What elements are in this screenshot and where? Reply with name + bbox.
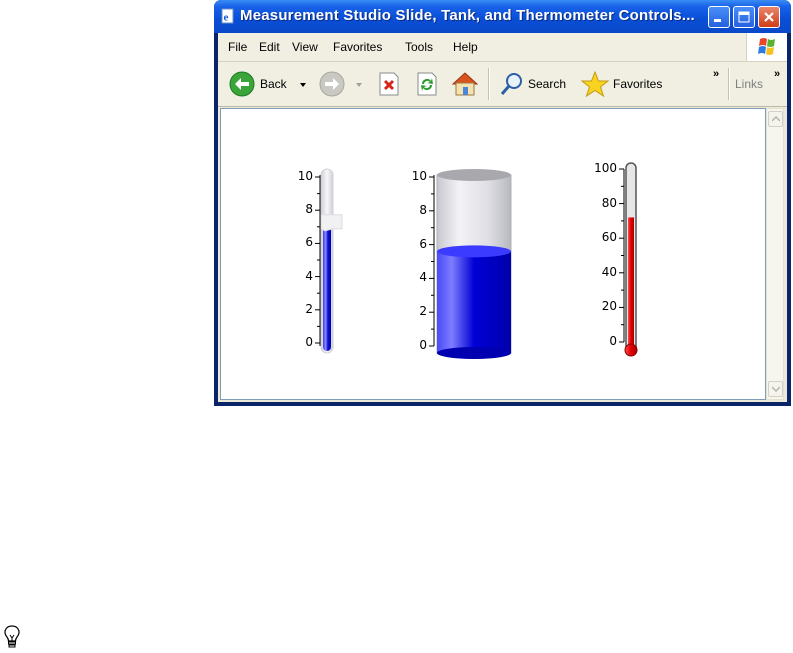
menu-favorites[interactable]: Favorites: [333, 40, 382, 54]
toolbar-chevron[interactable]: »: [713, 68, 719, 80]
forward-arrow-icon[interactable]: [318, 70, 346, 98]
favorites-star-icon[interactable]: [580, 70, 610, 98]
minimize-button[interactable]: [708, 6, 730, 28]
thermometer-tick-label: 80: [601, 195, 617, 210]
scroll-down-button[interactable]: [768, 381, 783, 397]
browser-window: e Measurement Studio Slide, Tank, and Th…: [214, 0, 791, 406]
tank-tick-label: 0: [419, 338, 427, 352]
maximize-icon: [738, 11, 750, 23]
maximize-button[interactable]: [733, 6, 755, 28]
slide-tick-label: 0: [305, 335, 313, 349]
close-button[interactable]: [758, 6, 780, 28]
thermometer-fill: [628, 217, 634, 349]
forward-dropdown-icon[interactable]: [354, 70, 364, 98]
thermometer-tick-label: 20: [601, 299, 617, 314]
menu-file[interactable]: File: [228, 40, 247, 54]
thermometer-tick-label: 40: [601, 264, 617, 279]
slide-fill: [323, 226, 331, 351]
scroll-up-button[interactable]: [768, 111, 783, 127]
title-bar[interactable]: e Measurement Studio Slide, Tank, and Th…: [214, 0, 791, 33]
browser-frame: File Edit View Favorites Tools Help Back: [218, 33, 787, 402]
slide-tick-label: 8: [305, 202, 313, 217]
tank-tick-label: 8: [419, 202, 427, 217]
slide-tick-label: 6: [305, 235, 313, 250]
back-button[interactable]: Back: [260, 77, 287, 91]
chevron-up-icon: [772, 116, 780, 122]
slide-tick-label: 2: [305, 301, 313, 316]
slide-control[interactable]: [315, 168, 343, 354]
svg-text:e: e: [224, 12, 229, 24]
gauges-canvas: [315, 162, 638, 359]
close-icon: [764, 12, 774, 22]
tank-tick-label: 2: [419, 304, 427, 319]
thermometer-tick-label: 60: [601, 230, 617, 245]
home-icon[interactable]: [450, 70, 480, 98]
toolbar-separator: [488, 68, 490, 100]
tool-bar: Back Search Favorites » Links »: [218, 62, 787, 107]
tank-fill-surface: [437, 245, 511, 258]
search-button[interactable]: Search: [528, 77, 566, 91]
page-content: 10 8 6 4 2 0 10 8 6 4 2 0 100 80 60 40 20 0: [220, 108, 766, 400]
links-chevron[interactable]: »: [774, 68, 780, 80]
minimize-icon: [714, 19, 721, 22]
toolbar-separator: [728, 68, 730, 100]
favorites-button[interactable]: Favorites: [613, 77, 662, 91]
lightbulb-icon: [4, 625, 20, 648]
chevron-down-icon: [772, 386, 780, 392]
tank-control: [429, 169, 512, 359]
tank-tick-label: 6: [419, 236, 427, 251]
thermometer-tick-label: 100: [594, 161, 617, 175]
tank-tick-label: 10: [411, 169, 427, 183]
thermometer-tick-label: 0: [609, 334, 617, 348]
links-button[interactable]: Links: [735, 77, 763, 91]
menu-help[interactable]: Help: [453, 40, 478, 54]
slide-tick-label: 10: [297, 169, 313, 183]
slide-thumb[interactable]: [320, 214, 343, 232]
back-arrow-icon[interactable]: [228, 70, 256, 98]
windows-logo: [746, 33, 787, 61]
back-dropdown-icon[interactable]: [298, 70, 308, 98]
search-icon[interactable]: [498, 70, 526, 98]
thermometer-control: [619, 162, 638, 357]
vertical-scrollbar[interactable]: [766, 108, 784, 400]
slide-tick-label: 4: [305, 268, 313, 283]
ie-page-icon: e: [221, 8, 234, 24]
tank-tick-label: 4: [419, 270, 427, 285]
menu-bar: File Edit View Favorites Tools Help: [218, 33, 787, 62]
refresh-icon[interactable]: [414, 70, 440, 98]
menu-tools[interactable]: Tools: [405, 40, 433, 54]
menu-view[interactable]: View: [292, 40, 318, 54]
stop-icon[interactable]: [376, 70, 402, 98]
window-title: Measurement Studio Slide, Tank, and Ther…: [240, 7, 695, 24]
tank-fill: [437, 251, 511, 353]
menu-edit[interactable]: Edit: [259, 40, 280, 54]
